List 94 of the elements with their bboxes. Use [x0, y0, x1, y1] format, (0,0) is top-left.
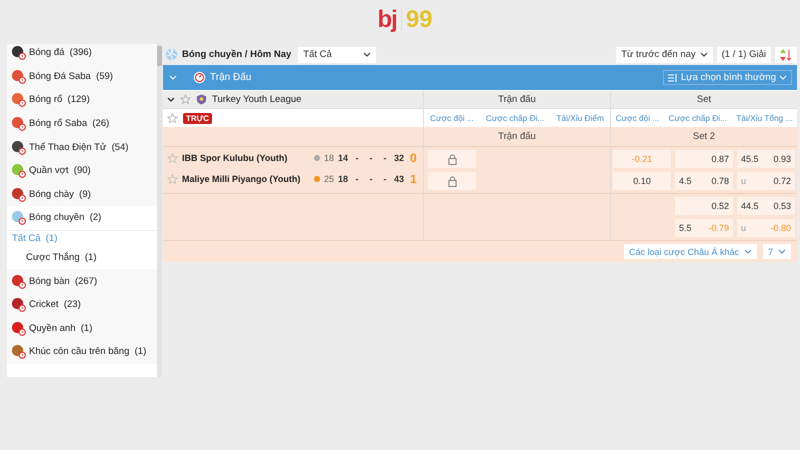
odds-price: 0.72 — [773, 176, 791, 186]
odds-price: 0.78 — [711, 176, 729, 186]
score: 32 — [394, 153, 404, 163]
ball-icon — [11, 116, 26, 132]
caret-icon — [779, 75, 787, 80]
caret-icon — [778, 249, 786, 254]
score: 25 — [324, 174, 334, 184]
odds-price: 0.93 — [773, 154, 791, 164]
sidebar-item[interactable]: Thể Thao Điện Tử (54) — [7, 135, 157, 159]
ball-icon — [11, 297, 26, 312]
sidebar-item[interactable]: Bóng rổ Saba (26) — [7, 112, 157, 136]
odds-cell[interactable]: 45.5 0.93 — [737, 150, 795, 168]
sidebar-item[interactable]: Bóng đá (396) — [7, 44, 157, 65]
sidebar-item[interactable]: Cricket (23) — [7, 292, 157, 316]
stopwatch-icon — [193, 71, 206, 84]
ball-icon — [11, 344, 26, 360]
odds-cell[interactable]: 5.5 -0.79 — [675, 219, 733, 237]
score: - — [368, 174, 374, 184]
line-value: u — [741, 223, 746, 233]
ball-icon — [11, 68, 26, 84]
volleyball-icon — [165, 48, 178, 61]
odds-price: -0.79 — [708, 223, 729, 233]
odds-cell[interactable]: 4.5 0.78 — [675, 172, 733, 190]
team-name: IBB Spor Kulubu (Youth) — [182, 153, 288, 163]
period-header: Trận đấu — [423, 127, 610, 146]
ball-icon — [11, 186, 26, 202]
caret-icon — [700, 52, 708, 57]
lock-icon — [448, 154, 456, 164]
sidebar-item[interactable]: Quần vợt (90) — [7, 158, 157, 183]
ball-icon — [11, 274, 26, 289]
odds-price: 0.52 — [711, 201, 729, 211]
score: 43 — [394, 174, 404, 184]
odds-cell[interactable]: u 0.72 — [737, 172, 795, 190]
line-value: 44.5 — [741, 201, 759, 211]
team-name: Maliye Milli Piyango (Youth) — [182, 174, 302, 184]
period-header: Set 2 — [610, 127, 797, 146]
score: - — [382, 174, 388, 184]
odds-price: -0.80 — [770, 223, 791, 233]
period-dropdown[interactable]: Từ trước đến nay — [616, 46, 713, 62]
score: - — [368, 153, 374, 163]
logo-text: bj — [377, 6, 397, 34]
ball-icon — [11, 92, 26, 108]
scrollbar[interactable] — [157, 44, 162, 377]
odds-cell[interactable]: 0.10 — [613, 172, 671, 190]
score: - — [354, 153, 360, 163]
sets-score: 1 — [410, 172, 417, 186]
score: 14 — [338, 153, 348, 163]
odds-cell[interactable]: 0.52 — [675, 197, 733, 215]
sort-button[interactable] — [775, 46, 797, 62]
live-badge: TRỰC — [183, 112, 212, 124]
league-emblem-icon — [196, 94, 207, 105]
odds-cell[interactable]: 44.5 0.53 — [737, 197, 795, 215]
ball-icon — [11, 45, 26, 60]
ball-icon — [11, 163, 26, 178]
filter-dropdown[interactable]: Tất Cả — [298, 46, 376, 62]
star-icon[interactable] — [167, 112, 178, 124]
column-header[interactable]: Cược chấp Đi... — [486, 113, 544, 123]
ball-icon — [11, 140, 26, 155]
star-icon[interactable] — [180, 94, 191, 105]
star-icon[interactable] — [167, 152, 178, 164]
column-header[interactable]: Cược đội ... — [616, 113, 660, 123]
logo-number: 99 — [406, 6, 433, 34]
sets-score: 0 — [410, 151, 417, 165]
line-value: 5.5 — [679, 223, 692, 233]
pages-button[interactable]: (1 / 1) Giải — [716, 46, 771, 62]
score: - — [382, 153, 388, 163]
sidebar-item[interactable]: Bóng rổ (129) — [7, 88, 157, 112]
list-icon — [668, 74, 678, 82]
league-name: Turkey Youth League — [212, 94, 302, 105]
line-value: u — [741, 176, 746, 186]
sidebar-item[interactable]: Khúc côn cầu trên băng (1) — [7, 340, 157, 364]
page-title: Bóng chuyền / Hôm Nay — [182, 49, 292, 60]
score: 18 — [338, 174, 348, 184]
column-header[interactable]: Tài/Xỉu Điểm — [556, 113, 604, 123]
chevron-icon[interactable] — [167, 97, 175, 102]
sidebar-item[interactable]: Bóng bàn (267) — [7, 269, 157, 293]
section-title: Trận Đấu — [210, 72, 252, 83]
column-header[interactable]: Cược chấp Đi... — [668, 113, 728, 123]
odds-price: 0.87 — [711, 154, 729, 164]
score: - — [354, 174, 360, 184]
score: 18 — [324, 153, 334, 163]
odds-cell[interactable]: 0.87 — [675, 150, 733, 168]
line-value: 4.5 — [679, 176, 692, 186]
sidebar-item[interactable]: Quyền anh (1) — [7, 316, 157, 340]
lock-icon — [448, 176, 456, 186]
caret-icon — [363, 52, 372, 57]
ball-icon — [11, 210, 26, 226]
line-value: 45.5 — [741, 154, 759, 164]
odds-price: 0.53 — [773, 201, 791, 211]
ball-icon — [11, 320, 26, 336]
star-icon[interactable] — [167, 174, 178, 184]
sidebar-item[interactable]: Bóng chày (9) — [7, 182, 157, 206]
sidebar-item[interactable]: Bóng Đá Saba (59) — [7, 64, 157, 88]
caret-icon — [744, 249, 752, 254]
